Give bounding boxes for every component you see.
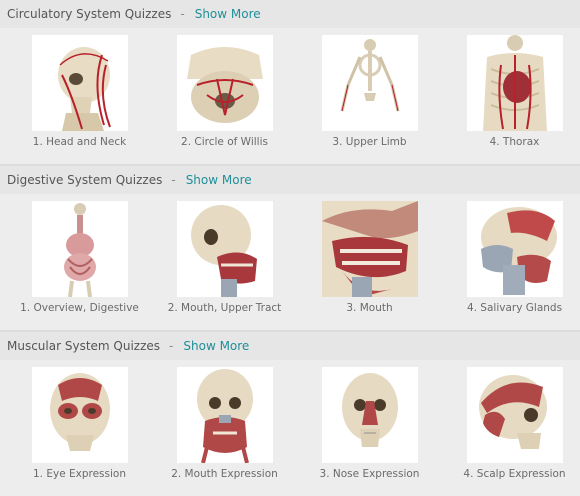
quiz-card[interactable]: 2. Mouth Expression — [152, 360, 297, 480]
separator-dash: - — [171, 173, 176, 187]
quiz-label: 3. Nose Expression — [319, 468, 420, 480]
section-title: Digestive System Quizzes — [7, 173, 163, 187]
quiz-label: 4. Salivary Glands — [466, 302, 563, 314]
section-circulatory: Circulatory System Quizzes - Show More 1… — [0, 0, 580, 164]
skull-base-icon[interactable] — [176, 35, 273, 131]
separator-dash: - — [180, 7, 185, 21]
section-muscular: Muscular System Quizzes - Show More 1. E… — [0, 332, 580, 496]
nose-muscles-icon[interactable] — [321, 367, 418, 463]
quiz-row: 1. Eye Expression 2. Mouth Expression 3.… — [0, 360, 580, 496]
quiz-label: 2. Mouth Expression — [171, 468, 278, 480]
salivary-glands-icon[interactable] — [466, 201, 563, 297]
quiz-card[interactable]: 2. Mouth, Upper Tract — [152, 194, 297, 314]
show-more-link[interactable]: Show More — [183, 339, 249, 353]
quiz-label: 2. Mouth, Upper Tract — [167, 302, 282, 314]
quiz-label: 3. Upper Limb — [332, 136, 407, 148]
quiz-label: 1. Overview, Digestive — [20, 302, 139, 314]
scalp-muscles-icon[interactable] — [466, 367, 563, 463]
mouth-muscles-icon[interactable] — [176, 367, 273, 463]
quiz-card[interactable]: 2. Circle of Willis — [152, 28, 297, 148]
quiz-card[interactable]: 4. Scalp Expression — [442, 360, 580, 480]
thorax-icon[interactable] — [466, 35, 563, 131]
eye-muscles-icon[interactable] — [31, 367, 128, 463]
skeleton-icon[interactable] — [321, 35, 418, 131]
quiz-label: 4. Thorax — [489, 136, 540, 148]
quiz-card[interactable]: 1. Overview, Digestive — [7, 194, 152, 314]
skull-mouth-icon[interactable] — [176, 201, 273, 297]
quiz-row: 1. Overview, Digestive 2. Mouth, Upper T… — [0, 194, 580, 330]
quiz-label: 4. Scalp Expression — [463, 468, 566, 480]
section-header: Digestive System Quizzes - Show More — [0, 166, 580, 194]
quiz-label: 1. Head and Neck — [32, 136, 127, 148]
quiz-card[interactable]: 3. Nose Expression — [297, 360, 442, 480]
mouth-closeup-icon[interactable] — [321, 201, 418, 297]
show-more-link[interactable]: Show More — [195, 7, 261, 21]
section-digestive: Digestive System Quizzes - Show More 1. … — [0, 166, 580, 330]
quiz-card[interactable]: 1. Head and Neck — [7, 28, 152, 148]
section-title: Circulatory System Quizzes — [7, 7, 172, 21]
quiz-label: 3. Mouth — [346, 302, 393, 314]
quiz-card[interactable]: 3. Upper Limb — [297, 28, 442, 148]
skull-circulatory-icon[interactable] — [31, 35, 128, 131]
quiz-label: 2. Circle of Willis — [181, 136, 268, 148]
section-header: Muscular System Quizzes - Show More — [0, 332, 580, 360]
quiz-label: 1. Eye Expression — [33, 468, 126, 480]
quiz-card[interactable]: 4. Salivary Glands — [442, 194, 580, 314]
quiz-row: 1. Head and Neck 2. Circle of Willis 3. … — [0, 28, 580, 164]
section-title: Muscular System Quizzes — [7, 339, 161, 353]
quiz-card[interactable]: 1. Eye Expression — [7, 360, 152, 480]
quiz-card[interactable]: 3. Mouth — [297, 194, 442, 314]
separator-dash: - — [169, 339, 174, 353]
digestive-overview-icon[interactable] — [31, 201, 128, 297]
section-header: Circulatory System Quizzes - Show More — [0, 0, 580, 28]
show-more-link[interactable]: Show More — [186, 173, 252, 187]
quiz-card[interactable]: 4. Thorax — [442, 28, 580, 148]
